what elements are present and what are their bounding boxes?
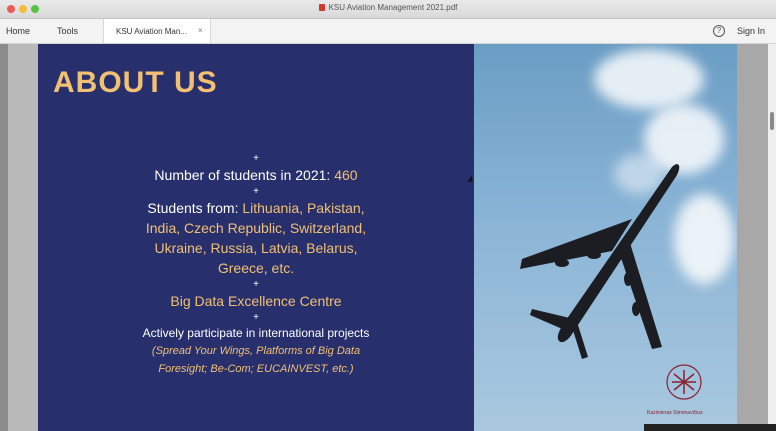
centre-line: Big Data Excellence Centre <box>170 293 342 309</box>
students-label: Number of students in 2021: <box>154 167 331 183</box>
projects-list-2: Foresight; Be-Com; EUCAINVEST, etc.) <box>158 363 354 375</box>
from-countries-1: Lithuania, Pakistan, <box>242 200 365 216</box>
close-tab-icon[interactable]: × <box>198 26 203 35</box>
slide-content: + Number of students in 2021: 460 + Stud… <box>38 152 474 378</box>
seal-caption: Kazimieras Simonavičius <box>647 410 703 416</box>
bottom-toolbar-strip <box>644 424 776 431</box>
window-titlebar: KSU Aviation Management 2021.pdf <box>0 0 776 19</box>
cloud <box>674 194 734 284</box>
menubar: Home Tools KSU Aviation Man... × ? Sign … <box>0 19 776 44</box>
page-margin-left <box>8 44 38 431</box>
cloud <box>594 49 704 109</box>
window-title: KSU Aviation Management 2021.pdf <box>0 3 776 12</box>
help-icon[interactable]: ? <box>713 25 725 37</box>
separator-plus: + <box>253 186 259 197</box>
document-tab[interactable]: KSU Aviation Man... × <box>103 19 211 43</box>
pdf-icon <box>318 4 325 11</box>
tab-label: KSU Aviation Man... <box>116 27 187 36</box>
scrollbar-thumb[interactable] <box>770 112 774 130</box>
students-value: 460 <box>334 167 358 183</box>
tools-menu[interactable]: Tools <box>57 26 78 36</box>
students-from-line: Students from: Lithuania, Pakistan, <box>38 198 474 218</box>
vertical-scrollbar[interactable] <box>768 44 776 431</box>
page-margin-right <box>737 44 768 431</box>
projects-line: Actively participate in international pr… <box>142 326 370 340</box>
separator-plus: + <box>253 312 259 323</box>
sign-in-button[interactable]: Sign In <box>737 26 765 36</box>
airplane-image <box>520 164 680 359</box>
slide-text-panel: ABOUT US + Number of students in 2021: 4… <box>38 44 474 431</box>
university-seal-logo <box>666 364 702 400</box>
slide-image-panel: Kazimieras Simonavičius <box>474 44 737 431</box>
separator-plus: + <box>253 153 259 164</box>
from-label: Students from: <box>147 200 239 216</box>
window-title-text: KSU Aviation Management 2021.pdf <box>328 3 458 12</box>
home-menu[interactable]: Home <box>6 26 30 36</box>
separator-plus: + <box>253 279 259 290</box>
from-countries-3: Ukraine, Russia, Latvia, Belarus, <box>154 240 358 256</box>
from-countries-4: Greece, etc. <box>217 260 295 276</box>
slide-title: ABOUT US <box>53 66 218 99</box>
projects-list-1: (Spread Your Wings, Platforms of Big Dat… <box>151 345 361 357</box>
students-count-line: Number of students in 2021: 460 <box>38 165 474 185</box>
from-countries-2: India, Czech Republic, Switzerland, <box>145 220 367 236</box>
